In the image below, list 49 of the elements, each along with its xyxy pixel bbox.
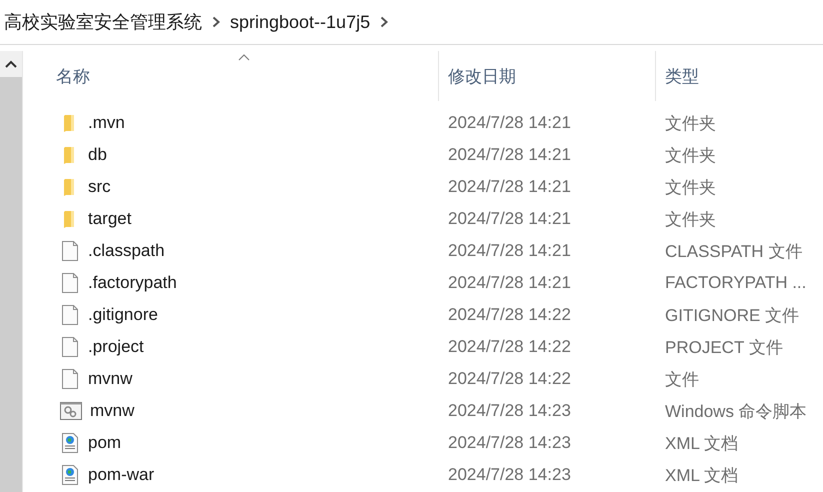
file-type: PROJECT 文件: [664, 336, 784, 358]
modified-date: 2024/7/28 14:23: [447, 465, 572, 485]
file-name[interactable]: .mvn: [88, 113, 125, 133]
chevron-right-icon[interactable]: [212, 16, 220, 28]
file-name[interactable]: src: [88, 177, 111, 197]
breadcrumb-item[interactable]: 高校实验室安全管理系统: [4, 10, 202, 34]
modified-date: 2024/7/28 14:21: [447, 145, 572, 165]
file-type: 文件夹: [664, 176, 717, 198]
file-type: GITIGNORE 文件: [664, 304, 800, 326]
chevron-up-icon: [5, 60, 17, 68]
file-type: 文件夹: [664, 208, 717, 230]
file-name[interactable]: mvnw: [88, 369, 132, 389]
modified-date: 2024/7/28 14:22: [447, 305, 572, 325]
file-type: 文件夹: [664, 112, 717, 134]
modified-date: 2024/7/28 14:22: [447, 369, 572, 389]
modified-date: 2024/7/28 14:21: [447, 209, 572, 229]
file-type: 文件: [664, 368, 700, 390]
modified-date: 2024/7/28 14:21: [447, 241, 572, 261]
document-icon: [60, 272, 80, 294]
modified-date: 2024/7/28 14:22: [447, 337, 572, 357]
file-name[interactable]: .factorypath: [88, 273, 177, 293]
modified-date: 2024/7/28 14:23: [447, 433, 572, 453]
modified-date: 2024/7/28 14:21: [447, 273, 572, 293]
breadcrumb-item[interactable]: springboot--1u7j5: [230, 12, 370, 32]
file-name[interactable]: pom: [88, 433, 122, 453]
web-document-icon: [60, 464, 80, 486]
file-name[interactable]: .gitignore: [88, 305, 158, 325]
modified-date: 2024/7/28 14:23: [447, 401, 572, 421]
web-document-icon: [60, 432, 80, 454]
file-type: 文件夹: [664, 144, 717, 166]
file-name[interactable]: pom-war: [88, 465, 154, 485]
modified-date: 2024/7/28 14:21: [447, 113, 572, 133]
sort-up-icon: [238, 54, 250, 61]
modified-date: 2024/7/28 14:21: [447, 177, 572, 197]
file-type: CLASSPATH 文件: [664, 240, 804, 262]
document-icon: [60, 304, 80, 326]
file-name[interactable]: db: [88, 145, 107, 165]
file-name[interactable]: .project: [88, 337, 144, 357]
chevron-right-icon[interactable]: [380, 16, 388, 28]
file-name[interactable]: target: [88, 209, 132, 229]
file-type: Windows 命令脚本: [664, 400, 808, 422]
document-icon: [60, 240, 80, 262]
document-icon: [60, 368, 80, 390]
file-name[interactable]: .classpath: [88, 241, 165, 261]
file-name[interactable]: mvnw: [90, 401, 134, 421]
file-type: FACTORYPATH ...: [664, 273, 808, 293]
file-type: XML 文档: [664, 432, 740, 454]
document-icon: [60, 336, 80, 358]
file-type: XML 文档: [664, 464, 740, 486]
